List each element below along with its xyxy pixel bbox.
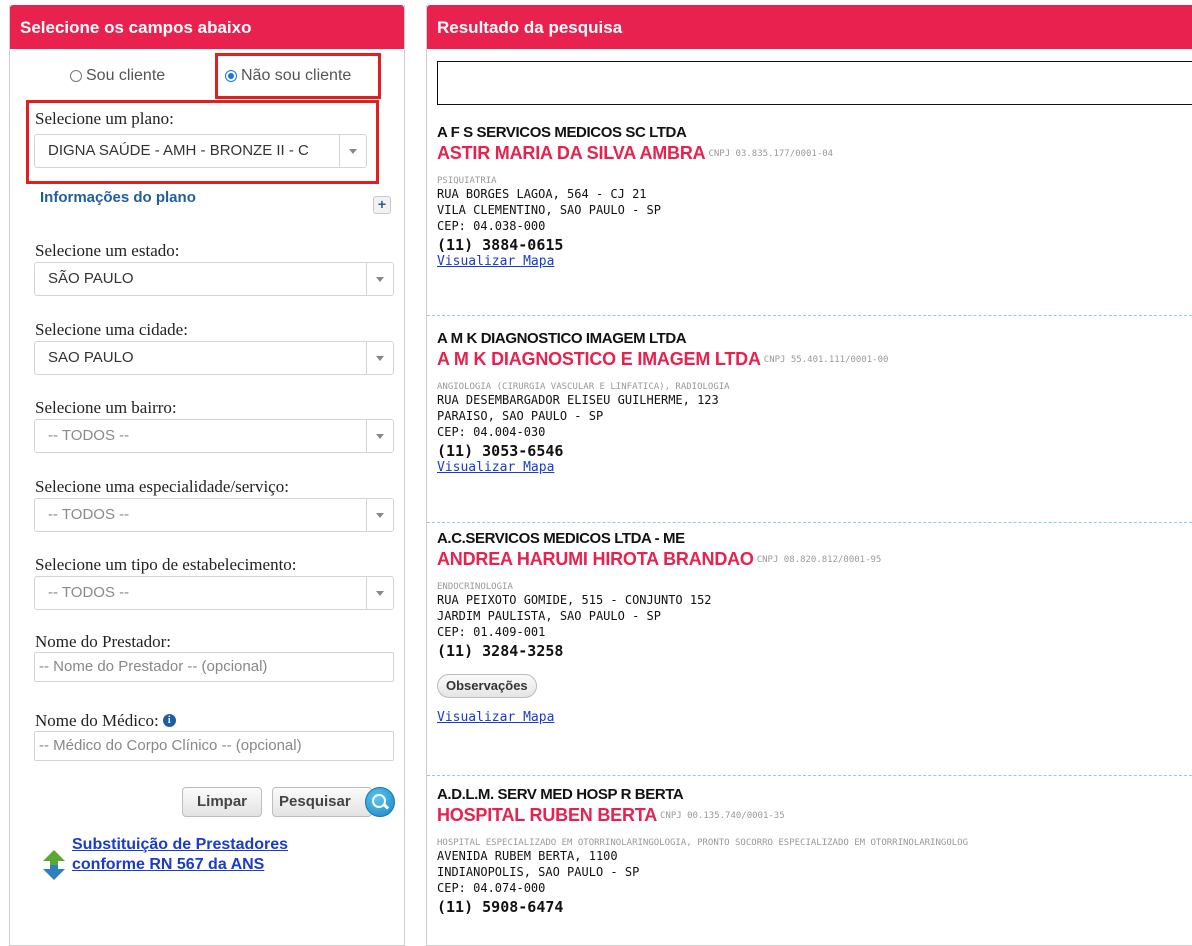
result-phone: (11) 3284-3258 bbox=[437, 642, 564, 660]
specialty-label: Selecione uma especialidade/serviço: bbox=[35, 477, 289, 496]
result-address: RUA DESEMBARGADOR ELISEU GUILHERME, 123 bbox=[437, 393, 719, 407]
result-neighborhood: PARAISO, SAO PAULO - SP bbox=[437, 409, 604, 423]
plan-select[interactable]: DIGNA SAÚDE - AMH - BRONZE II - C bbox=[34, 134, 367, 168]
substitution-link-line1: Substituição de Prestadores bbox=[72, 836, 289, 853]
chevron-down-icon bbox=[366, 499, 393, 531]
district-select[interactable]: -- TODOS -- bbox=[34, 419, 394, 453]
doctor-name-label-row: Nome do Médico: i bbox=[35, 711, 176, 731]
result-cep: CEP: 04.004-030 bbox=[437, 425, 546, 439]
swap-arrows-icon bbox=[43, 850, 65, 880]
chevron-down-icon bbox=[366, 577, 393, 609]
doctor-name-input[interactable]: -- Médico do Corpo Clínico -- (opcional) bbox=[34, 731, 394, 761]
filters-panel-title: Selecione os campos abaixo bbox=[10, 5, 404, 49]
result-cep: CEP: 04.038-000 bbox=[437, 219, 546, 233]
result-separator bbox=[427, 315, 1192, 316]
chevron-down-icon bbox=[366, 263, 393, 295]
district-label: Selecione um bairro: bbox=[35, 398, 177, 417]
results-panel-title: Resultado da pesquisa bbox=[427, 5, 1192, 49]
result-company-name: A M K DIAGNOSTICO IMAGEM LTDA bbox=[437, 330, 687, 347]
result-provider-name: HOSPITAL RUBEN BERTA bbox=[437, 805, 658, 825]
doctor-name-label: Nome do Médico: bbox=[35, 711, 159, 730]
substitution-link-line2: conforme RN 567 da ANS bbox=[72, 856, 265, 873]
plan-label: Selecione um plano: bbox=[35, 109, 174, 128]
chevron-down-icon bbox=[366, 342, 393, 374]
result-cnpj: CNPJ 00.135.740/0001-35 bbox=[660, 811, 785, 821]
radio-nao-sou-cliente[interactable]: Não sou cliente bbox=[225, 61, 351, 91]
result-provider-line: A M K DIAGNOSTICO E IMAGEM LTDA CNPJ 55.4… bbox=[437, 349, 1192, 370]
city-select-value: SAO PAULO bbox=[48, 349, 134, 366]
result-item: A M K DIAGNOSTICO IMAGEM LTDA A M K DIAG… bbox=[437, 330, 1192, 475]
establishment-label: Selecione um tipo de estabelecimento: bbox=[35, 555, 297, 574]
result-map-link[interactable]: Visualizar Mapa bbox=[437, 710, 1192, 725]
search-results-panel: Resultado da pesquisa A F S SERVICOS MED… bbox=[426, 5, 1192, 946]
result-provider-line: ASTIR MARIA DA SILVA AMBRA CNPJ 03.835.17… bbox=[437, 143, 1192, 164]
specialty-select-value: -- TODOS -- bbox=[48, 506, 130, 523]
result-cnpj: CNPJ 55.401.111/0001-00 bbox=[763, 355, 889, 365]
state-select-value: SÃO PAULO bbox=[48, 270, 134, 287]
plus-icon[interactable]: + bbox=[373, 196, 391, 214]
result-cep: CEP: 01.409-001 bbox=[437, 625, 546, 639]
substitution-link[interactable]: Substituição de Prestadores conforme RN … bbox=[72, 835, 288, 875]
result-provider-name: ANDREA HARUMI HIROTA BRANDAO bbox=[437, 549, 754, 569]
result-separator bbox=[427, 775, 1192, 776]
result-address: RUA PEIXOTO GOMIDE, 515 - CONJUNTO 152 bbox=[437, 593, 712, 607]
result-specialty: ANGIOLOGIA (CIRURGIA VASCULAR E LINFATIC… bbox=[437, 382, 730, 392]
city-select[interactable]: SAO PAULO bbox=[34, 341, 394, 375]
specialty-select[interactable]: -- TODOS -- bbox=[34, 498, 394, 532]
radio-icon bbox=[70, 70, 82, 82]
result-map-link[interactable]: Visualizar Mapa bbox=[437, 460, 1192, 475]
result-neighborhood: JARDIM PAULISTA, SAO PAULO - SP bbox=[437, 609, 661, 623]
result-neighborhood: VILA CLEMENTINO, SAO PAULO - SP bbox=[437, 203, 661, 217]
result-specialty: PSIQUIATRIA bbox=[437, 176, 497, 186]
info-icon[interactable]: i bbox=[162, 714, 176, 727]
provider-name-label: Nome do Prestador: bbox=[35, 632, 171, 651]
result-provider-name: A M K DIAGNOSTICO E IMAGEM LTDA bbox=[437, 349, 761, 369]
establishment-select[interactable]: -- TODOS -- bbox=[34, 576, 394, 610]
chevron-down-icon bbox=[339, 135, 366, 167]
search-button[interactable]: Pesquisar bbox=[272, 787, 372, 817]
result-item: A.C.SERVICOS MEDICOS LTDA - ME ANDREA HA… bbox=[437, 530, 1192, 725]
result-company-name: A F S SERVICOS MEDICOS SC LTDA bbox=[437, 124, 687, 141]
provider-name-input[interactable]: -- Nome do Prestador -- (opcional) bbox=[34, 652, 394, 682]
result-provider-line: HOSPITAL RUBEN BERTA CNPJ 00.135.740/0001… bbox=[437, 805, 1192, 826]
result-provider-line: ANDREA HARUMI HIROTA BRANDAO CNPJ 08.820.… bbox=[437, 549, 1192, 570]
radio-sou-cliente-label: Sou cliente bbox=[86, 67, 166, 84]
result-cnpj: CNPJ 03.835.177/0001-04 bbox=[708, 149, 834, 159]
radio-sou-cliente[interactable]: Sou cliente bbox=[70, 61, 165, 91]
result-address: RUA BORGES LAGOA, 564 - CJ 21 bbox=[437, 187, 647, 201]
plan-info-link[interactable]: Informações do plano bbox=[40, 189, 196, 206]
result-map-link[interactable]: Visualizar Mapa bbox=[437, 254, 1192, 269]
observations-button[interactable]: Observações bbox=[437, 674, 537, 698]
result-item: A.D.L.M. SERV MED HOSP R BERTA HOSPITAL … bbox=[437, 786, 1192, 916]
state-select[interactable]: SÃO PAULO bbox=[34, 262, 394, 296]
city-label: Selecione uma cidade: bbox=[35, 320, 188, 339]
result-specialty: ENDOCRINOLOGIA bbox=[437, 582, 513, 592]
result-specialty: HOSPITAL ESPECIALIZADO EM OTORRINOLARING… bbox=[437, 838, 969, 848]
plan-select-value: DIGNA SAÚDE - AMH - BRONZE II - C bbox=[48, 142, 309, 159]
results-filter-input[interactable] bbox=[437, 61, 1192, 105]
result-cep: CEP: 04.074-000 bbox=[437, 881, 546, 895]
search-filters-panel: Selecione os campos abaixo Sou cliente N… bbox=[9, 5, 405, 946]
district-select-value: -- TODOS -- bbox=[48, 427, 130, 444]
radio-nao-sou-cliente-label: Não sou cliente bbox=[241, 67, 352, 84]
radio-selected-icon bbox=[225, 70, 237, 82]
result-provider-name: ASTIR MARIA DA SILVA AMBRA bbox=[437, 143, 706, 163]
provider-name-placeholder: -- Nome do Prestador -- (opcional) bbox=[39, 658, 268, 675]
result-company-name: A.D.L.M. SERV MED HOSP R BERTA bbox=[437, 786, 684, 803]
search-icon[interactable] bbox=[365, 787, 395, 817]
result-phone: (11) 5908-6474 bbox=[437, 898, 564, 916]
result-company-name: A.C.SERVICOS MEDICOS LTDA - ME bbox=[437, 530, 685, 547]
result-neighborhood: INDIANOPOLIS, SAO PAULO - SP bbox=[437, 865, 640, 879]
chevron-down-icon bbox=[366, 420, 393, 452]
result-address: AVENIDA RUBEM BERTA, 1100 bbox=[437, 849, 618, 863]
result-cnpj: CNPJ 08.820.812/0001-95 bbox=[756, 555, 882, 565]
result-phone: (11) 3884-0615 bbox=[437, 236, 564, 254]
result-phone: (11) 3053-6546 bbox=[437, 442, 564, 460]
doctor-name-placeholder: -- Médico do Corpo Clínico -- (opcional) bbox=[39, 737, 302, 754]
clear-button[interactable]: Limpar bbox=[182, 787, 262, 817]
state-label: Selecione um estado: bbox=[35, 241, 180, 260]
result-separator bbox=[427, 522, 1192, 523]
result-item: A F S SERVICOS MEDICOS SC LTDA ASTIR MAR… bbox=[437, 124, 1192, 269]
establishment-select-value: -- TODOS -- bbox=[48, 584, 130, 601]
